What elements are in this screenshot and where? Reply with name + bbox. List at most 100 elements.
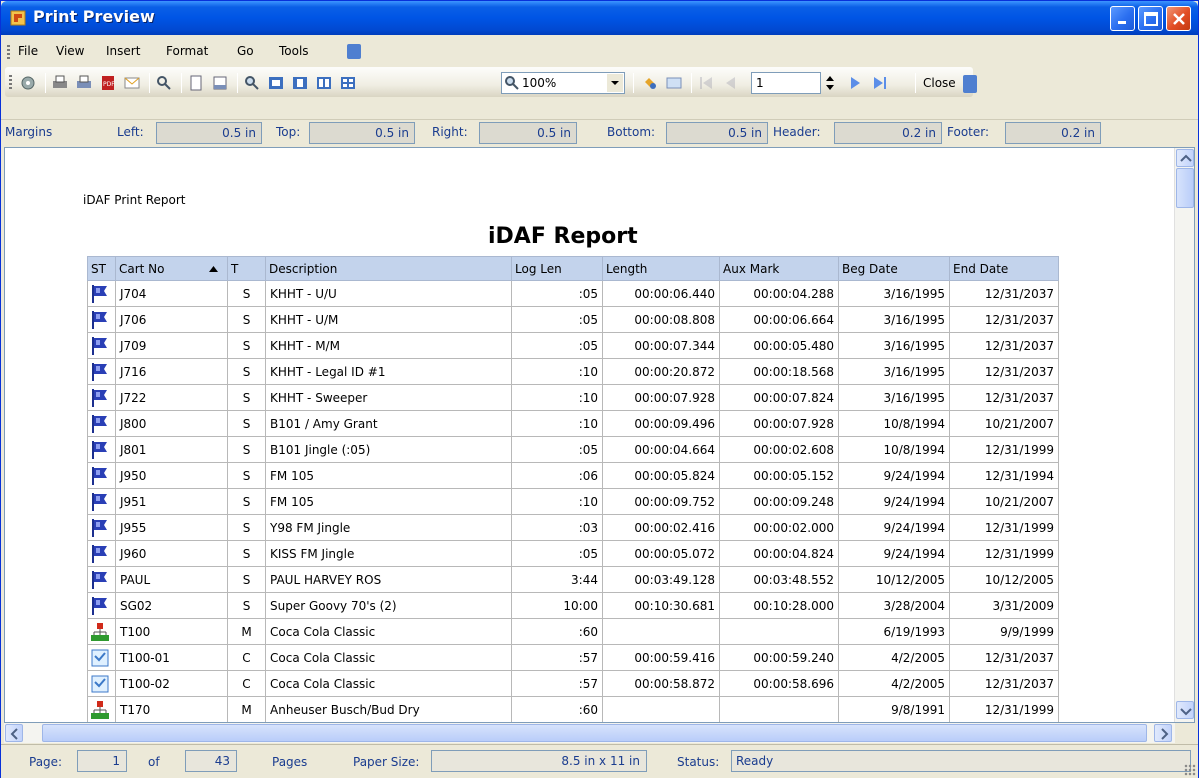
zoom-icon: [505, 76, 519, 90]
one-page-icon[interactable]: [291, 74, 309, 92]
table-row[interactable]: T100-01 C Coca Cola Classic:57 00:00:59.416…: [87, 644, 1059, 671]
aux-mark-cell: 00:10:28.000: [719, 592, 839, 619]
cart-no-cell: J800: [115, 410, 228, 437]
two-pages-icon[interactable]: [315, 74, 333, 92]
vertical-scrollbar[interactable]: [1174, 148, 1194, 722]
page-spinner-icon[interactable]: [825, 73, 835, 93]
header-margin-field[interactable]: 0.2 in: [834, 122, 942, 144]
page-setup-icon[interactable]: [187, 74, 205, 92]
hand-tool-icon[interactable]: [641, 74, 659, 92]
status-field: Ready: [731, 750, 1191, 772]
top-margin-field[interactable]: 0.5 in: [309, 122, 415, 144]
menu-view[interactable]: View: [56, 44, 84, 58]
description-cell: KISS FM Jingle: [265, 540, 512, 567]
menu-format[interactable]: Format: [166, 44, 208, 58]
table-row[interactable]: T170 M Anheuser Busch/Bud Dry:60 9/8/1991 12…: [87, 696, 1059, 722]
header-footer-icon[interactable]: [211, 74, 229, 92]
menu-tools[interactable]: Tools: [279, 44, 309, 58]
close-window-button[interactable]: [1166, 6, 1191, 31]
menu-bar: File View Insert Format Go Tools: [1, 35, 1198, 65]
first-page-icon[interactable]: [697, 74, 715, 92]
quick-print-icon[interactable]: [75, 74, 93, 92]
menu-insert[interactable]: Insert: [106, 44, 140, 58]
resize-grip-icon[interactable]: [1184, 764, 1196, 776]
beg-date-cell: 3/16/1995: [838, 280, 950, 307]
page-number-value: 1: [756, 76, 764, 90]
status-cell: [87, 436, 116, 463]
log-len-cell: :10: [511, 410, 603, 437]
table-row[interactable]: J801 S B101 Jingle (:05):05 00:00:04.664 00:…: [87, 436, 1059, 463]
toolbar-overflow-chevron-icon[interactable]: [963, 75, 977, 93]
table-row[interactable]: J800 S B101 / Amy Grant:10 00:00:09.496 00:0…: [87, 410, 1059, 437]
menu-go[interactable]: Go: [237, 44, 254, 58]
scroll-up-button[interactable]: [1176, 149, 1194, 167]
last-page-icon[interactable]: [871, 74, 889, 92]
preview-pane[interactable]: iDAF Print Report iDAF Report ST Cart No…: [4, 147, 1195, 723]
magnifier-icon[interactable]: [243, 74, 261, 92]
end-date-cell: 12/31/2037: [949, 280, 1059, 307]
next-page-icon[interactable]: [847, 74, 865, 92]
table-row[interactable]: J955 S Y98 FM Jingle:03 00:00:02.416 00:00:0…: [87, 514, 1059, 541]
table-row[interactable]: J706 S KHHT - U/M:05 00:00:08.808 00:00:06.6…: [87, 306, 1059, 333]
right-margin-field[interactable]: 0.5 in: [479, 122, 577, 144]
cart-no-cell: T170: [115, 696, 228, 722]
settings-icon[interactable]: [19, 74, 37, 92]
find-icon[interactable]: [155, 74, 173, 92]
print-icon[interactable]: [51, 74, 69, 92]
type-cell: S: [227, 462, 266, 489]
description-cell: KHHT - Sweeper: [265, 384, 512, 411]
previous-page-icon[interactable]: [721, 74, 739, 92]
zoom-page-icon[interactable]: [267, 74, 285, 92]
column-header-description: Description: [265, 256, 512, 281]
footer-margin-field[interactable]: 0.2 in: [1005, 122, 1101, 144]
maximize-button[interactable]: [1138, 6, 1163, 31]
table-row[interactable]: J709 S KHHT - M/M:05 00:00:07.344 00:00:05.4…: [87, 332, 1059, 359]
flag-icon: [90, 440, 110, 463]
table-row[interactable]: J716 S KHHT - Legal ID #1:10 00:00:20.872 00…: [87, 358, 1059, 385]
close-preview-button[interactable]: Close: [923, 76, 956, 90]
email-icon[interactable]: [123, 74, 141, 92]
scroll-left-button[interactable]: [5, 724, 23, 742]
horizontal-scrollbar[interactable]: [4, 723, 1175, 743]
cart-no-cell: J722: [115, 384, 228, 411]
status-cell: [87, 410, 116, 437]
table-row[interactable]: J950 S FM 105:06 00:00:05.824 00:00:05.152 9/…: [87, 462, 1059, 489]
table-row[interactable]: J951 S FM 105:10 00:00:09.752 00:00:09.248 9/…: [87, 488, 1059, 515]
bottom-margin-field[interactable]: 0.5 in: [666, 122, 768, 144]
cart-no-cell: J709: [115, 332, 228, 359]
table-row[interactable]: SG02 S Super Goovy 70's (2) 10:00 00:10:30.6…: [87, 592, 1059, 619]
menu-overflow-chevron-icon[interactable]: [347, 44, 361, 59]
minimize-button[interactable]: [1110, 6, 1135, 31]
page-number-input[interactable]: 1: [751, 72, 821, 94]
left-margin-field[interactable]: 0.5 in: [156, 122, 262, 144]
aux-mark-cell: 00:00:18.568: [719, 358, 839, 385]
multiple-pages-icon[interactable]: [339, 74, 357, 92]
chevron-down-icon[interactable]: [607, 74, 623, 92]
length-cell: [602, 618, 720, 645]
aux-mark-cell: 00:00:07.928: [719, 410, 839, 437]
horizontal-scroll-thumb[interactable]: [42, 724, 1147, 742]
vertical-scroll-thumb[interactable]: [1176, 168, 1194, 208]
description-cell: FM 105: [265, 462, 512, 489]
hierarchy-icon: [90, 622, 110, 645]
length-cell: 00:00:05.072: [602, 540, 720, 567]
table-row[interactable]: J704 S KHHT - U/U:05 00:00:06.440 00:00:04.2…: [87, 280, 1059, 307]
table-row[interactable]: T100-02 C Coca Cola Classic:57 00:00:58.872…: [87, 670, 1059, 697]
table-row[interactable]: T100 M Coca Cola Classic:60 6/19/1993 9/9/19…: [87, 618, 1059, 645]
snapshot-icon[interactable]: [665, 74, 683, 92]
table-row[interactable]: J960 S KISS FM Jingle:05 00:00:05.072 00:00:…: [87, 540, 1059, 567]
beg-date-cell: 3/16/1995: [838, 332, 950, 359]
paper-size-field: 8.5 in x 11 in: [431, 750, 647, 772]
zoom-select[interactable]: 100%: [501, 72, 625, 94]
table-row[interactable]: J722 S KHHT - Sweeper:10 00:00:07.928 00:00:…: [87, 384, 1059, 411]
aux-mark-cell: 00:00:02.608: [719, 436, 839, 463]
scroll-right-button[interactable]: [1154, 724, 1172, 742]
export-pdf-icon[interactable]: PDF: [99, 74, 117, 92]
flag-icon: [90, 362, 110, 385]
table-row[interactable]: PAUL S PAUL HARVEY ROS 3:44 00:03:49.128 00:0…: [87, 566, 1059, 593]
length-cell: [602, 696, 720, 722]
end-date-cell: 10/21/2007: [949, 488, 1059, 515]
beg-date-cell: 9/8/1991: [838, 696, 950, 722]
scroll-down-button[interactable]: [1176, 701, 1194, 719]
menu-file[interactable]: File: [18, 44, 38, 58]
